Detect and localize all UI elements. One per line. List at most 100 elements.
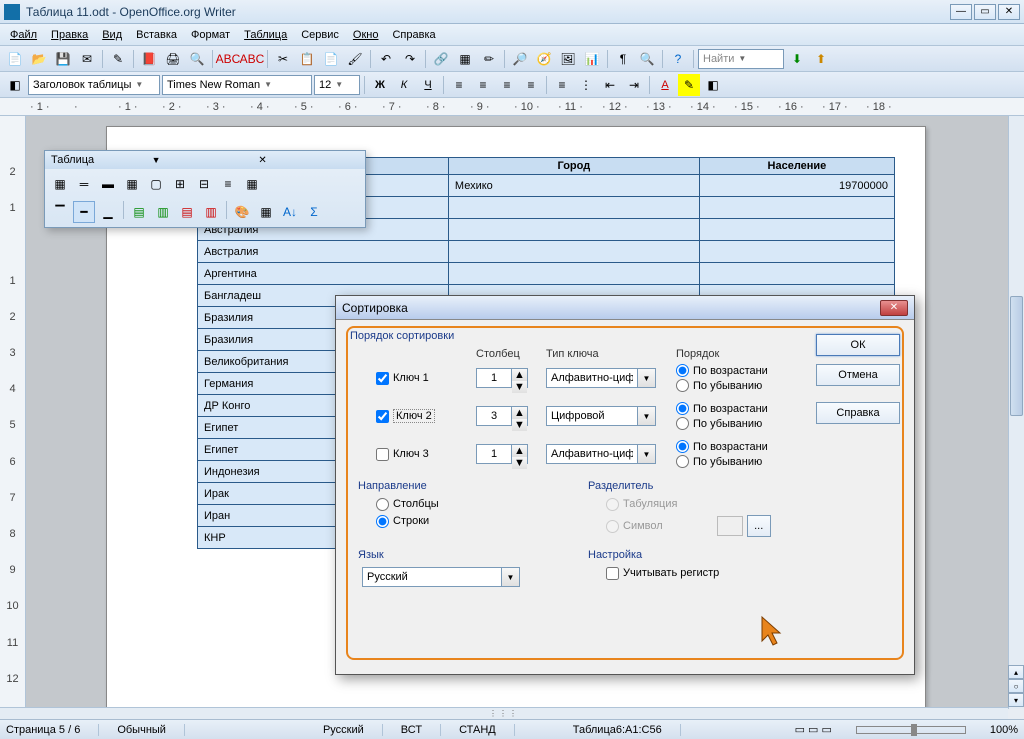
separator-browse-button[interactable]: ... [747, 515, 771, 537]
direction-cols-radio[interactable] [376, 498, 389, 511]
restore-button[interactable]: ▭ [974, 4, 996, 20]
status-selmode[interactable]: СТАНД [459, 724, 515, 736]
table-button[interactable]: ▦ [454, 48, 476, 70]
print-button[interactable]: 🖨 [162, 48, 184, 70]
table-cell[interactable] [448, 197, 699, 219]
help-button[interactable]: Справка [816, 402, 900, 424]
table-row[interactable]: Аргентина [198, 263, 895, 285]
zoom-slider[interactable] [856, 726, 966, 734]
nav-up-button[interactable]: ▴ [1008, 665, 1024, 679]
bullet-list-button[interactable]: ⋮ [575, 74, 597, 96]
cut-button[interactable]: ✂ [272, 48, 294, 70]
table-row[interactable]: Австралия [198, 241, 895, 263]
cancel-button[interactable]: Отмена [816, 364, 900, 386]
direction-rows-radio[interactable] [376, 515, 389, 528]
indent-inc-button[interactable]: ⇥ [623, 74, 645, 96]
find-combo[interactable]: Найти ▼ [698, 49, 784, 69]
status-zoom[interactable]: 100% [990, 724, 1018, 736]
edit-mode-button[interactable]: ✎ [107, 48, 129, 70]
table-floating-toolbar[interactable]: Таблица ▼ ✕ ▦ ═ ▬ ▦ ▢ ⊞ ⊟ ≡ ▦ ▔ ━ ▁ ▤ ▥ … [44, 150, 366, 228]
sort-button[interactable]: A↓ [279, 201, 301, 223]
paste-button[interactable]: 📄 [320, 48, 342, 70]
datasource-button[interactable]: 📊 [581, 48, 603, 70]
menu-help[interactable]: Справка [386, 27, 441, 43]
status-lang[interactable]: Русский [323, 724, 383, 736]
table-header[interactable]: Город [448, 158, 699, 175]
autospell-button[interactable]: ABC [241, 48, 263, 70]
sum-button[interactable]: Σ [303, 201, 325, 223]
line-color-button[interactable]: ▬ [97, 173, 119, 195]
float-toolbar-close-icon[interactable]: ✕ [258, 155, 359, 166]
key1-checkbox[interactable] [376, 372, 389, 385]
menu-table[interactable]: Таблица [238, 27, 293, 43]
nav-target-button[interactable]: ○ [1008, 679, 1024, 693]
key3-type-combo[interactable] [546, 444, 638, 464]
navigator-button[interactable]: 🧭 [533, 48, 555, 70]
ins-row-button[interactable]: ▤ [128, 201, 150, 223]
table-cell[interactable] [699, 219, 894, 241]
key1-column-input[interactable] [476, 368, 512, 388]
bold-button[interactable]: Ж [369, 74, 391, 96]
status-page[interactable]: Страница 5 / 6 [6, 724, 99, 736]
status-selection[interactable]: Таблица6:A1:C56 [573, 724, 681, 736]
float-toolbar-titlebar[interactable]: Таблица ▼ ✕ [45, 151, 365, 169]
open-button[interactable]: 📂 [28, 48, 50, 70]
status-view-icons[interactable]: ▭ ▭ ▭ [795, 723, 832, 736]
del-col-button[interactable]: ▥ [200, 201, 222, 223]
key1-desc-radio[interactable] [676, 379, 689, 392]
table-insert-button[interactable]: ▦ [49, 173, 71, 195]
vertical-ruler[interactable]: 21123456789101112 [0, 116, 26, 709]
align-left-button[interactable]: ≡ [448, 74, 470, 96]
key3-column-input[interactable] [476, 444, 512, 464]
key3-checkbox[interactable] [376, 448, 389, 461]
highlight-button[interactable]: ✎ [678, 74, 700, 96]
horizontal-ruler[interactable]: · 1 ··· 1 ·· 2 ·· 3 ·· 4 ·· 5 ·· 6 ·· 7 … [0, 98, 1024, 116]
key3-asc-radio[interactable] [676, 440, 689, 453]
menu-tools[interactable]: Сервис [295, 27, 345, 43]
borders-button[interactable]: ▦ [121, 173, 143, 195]
pdf-button[interactable]: 📕 [138, 48, 160, 70]
redo-button[interactable]: ↷ [399, 48, 421, 70]
help-button[interactable]: ? [667, 48, 689, 70]
line-style-button[interactable]: ═ [73, 173, 95, 195]
dialog-titlebar[interactable]: Сортировка ✕ [336, 296, 914, 320]
table-cell[interactable] [699, 263, 894, 285]
underline-button[interactable]: Ч [417, 74, 439, 96]
key2-checkbox[interactable] [376, 410, 389, 423]
table-cell[interactable] [448, 241, 699, 263]
menu-format[interactable]: Формат [185, 27, 236, 43]
table-cell[interactable]: Мехико [448, 175, 699, 197]
gallery-button[interactable]: 🖼 [557, 48, 579, 70]
valign-bot-button[interactable]: ▁ [97, 201, 119, 223]
align-justify-button[interactable]: ≡ [520, 74, 542, 96]
key1-asc-radio[interactable] [676, 364, 689, 377]
props-button[interactable]: ▦ [255, 201, 277, 223]
menu-edit[interactable]: Правка [45, 27, 94, 43]
font-color-button[interactable]: A [654, 74, 676, 96]
menu-file[interactable]: Файл [4, 27, 43, 43]
valign-mid-button[interactable]: ━ [73, 201, 95, 223]
del-row-button[interactable]: ▤ [176, 201, 198, 223]
bg-color-button[interactable]: ◧ [702, 74, 724, 96]
nav-down-button[interactable]: ▾ [1008, 693, 1024, 707]
table-cell[interactable] [448, 219, 699, 241]
preview-button[interactable]: 🔍 [186, 48, 208, 70]
find-button[interactable]: 🔎 [509, 48, 531, 70]
table-header[interactable]: Население [699, 158, 894, 175]
styles-button[interactable]: ◧ [4, 74, 26, 96]
format-paint-button[interactable]: 🖌 [344, 48, 366, 70]
nonprinting-button[interactable]: ¶ [612, 48, 634, 70]
save-button[interactable]: 💾 [52, 48, 74, 70]
table-cell[interactable]: Аргентина [198, 263, 449, 285]
key2-column-input[interactable] [476, 406, 512, 426]
autofmt-button[interactable]: 🎨 [231, 201, 253, 223]
status-insert[interactable]: ВСТ [401, 724, 441, 736]
table-cell[interactable]: 19700000 [699, 175, 894, 197]
float-toolbar-menu-icon[interactable]: ▼ [152, 155, 253, 165]
bg-button[interactable]: ▢ [145, 173, 167, 195]
copy-button[interactable]: 📋 [296, 48, 318, 70]
zoom-button[interactable]: 🔍 [636, 48, 658, 70]
status-style[interactable]: Обычный [117, 724, 185, 736]
key3-desc-radio[interactable] [676, 455, 689, 468]
horizontal-splitter[interactable]: ⋮⋮⋮ [0, 707, 1008, 719]
